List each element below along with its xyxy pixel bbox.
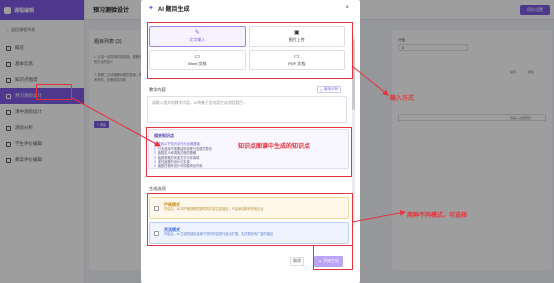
magic-wand-icon: ✦ (148, 5, 154, 12)
annotation-knowledge-points: 知识点图谱中生成的知识点 (238, 144, 311, 150)
use-sample-button[interactable]: ▷ 使用示例 (317, 86, 341, 93)
dialog-title: AI 题目生成 (157, 7, 190, 13)
play-icon: ▷ (320, 87, 323, 92)
annotation-box-input-methods (147, 22, 353, 79)
sample-button-label: 使用示例 (323, 87, 338, 91)
dialog-header: ✦ AI 题目生成 (141, 0, 360, 17)
annotation-two-modes: 两种不同模式，可选择 (407, 213, 468, 219)
annotation-box-knowledge-points (146, 127, 352, 177)
close-button[interactable]: × (345, 5, 349, 11)
cancel-button[interactable]: 取消 (290, 257, 304, 266)
content-textarea[interactable]: 请输入相关的教学内容，AI将基于此内容生成测验题目... (147, 96, 347, 123)
generation-options-label: 生成选项 (149, 186, 166, 191)
annotation-input-methods: 输入方式 (390, 96, 415, 102)
annotation-box-modes (147, 193, 353, 246)
annotation-box-sidebar (36, 84, 72, 100)
annotation-box-generate (313, 245, 353, 270)
content-label: 教学内容 (149, 87, 166, 92)
